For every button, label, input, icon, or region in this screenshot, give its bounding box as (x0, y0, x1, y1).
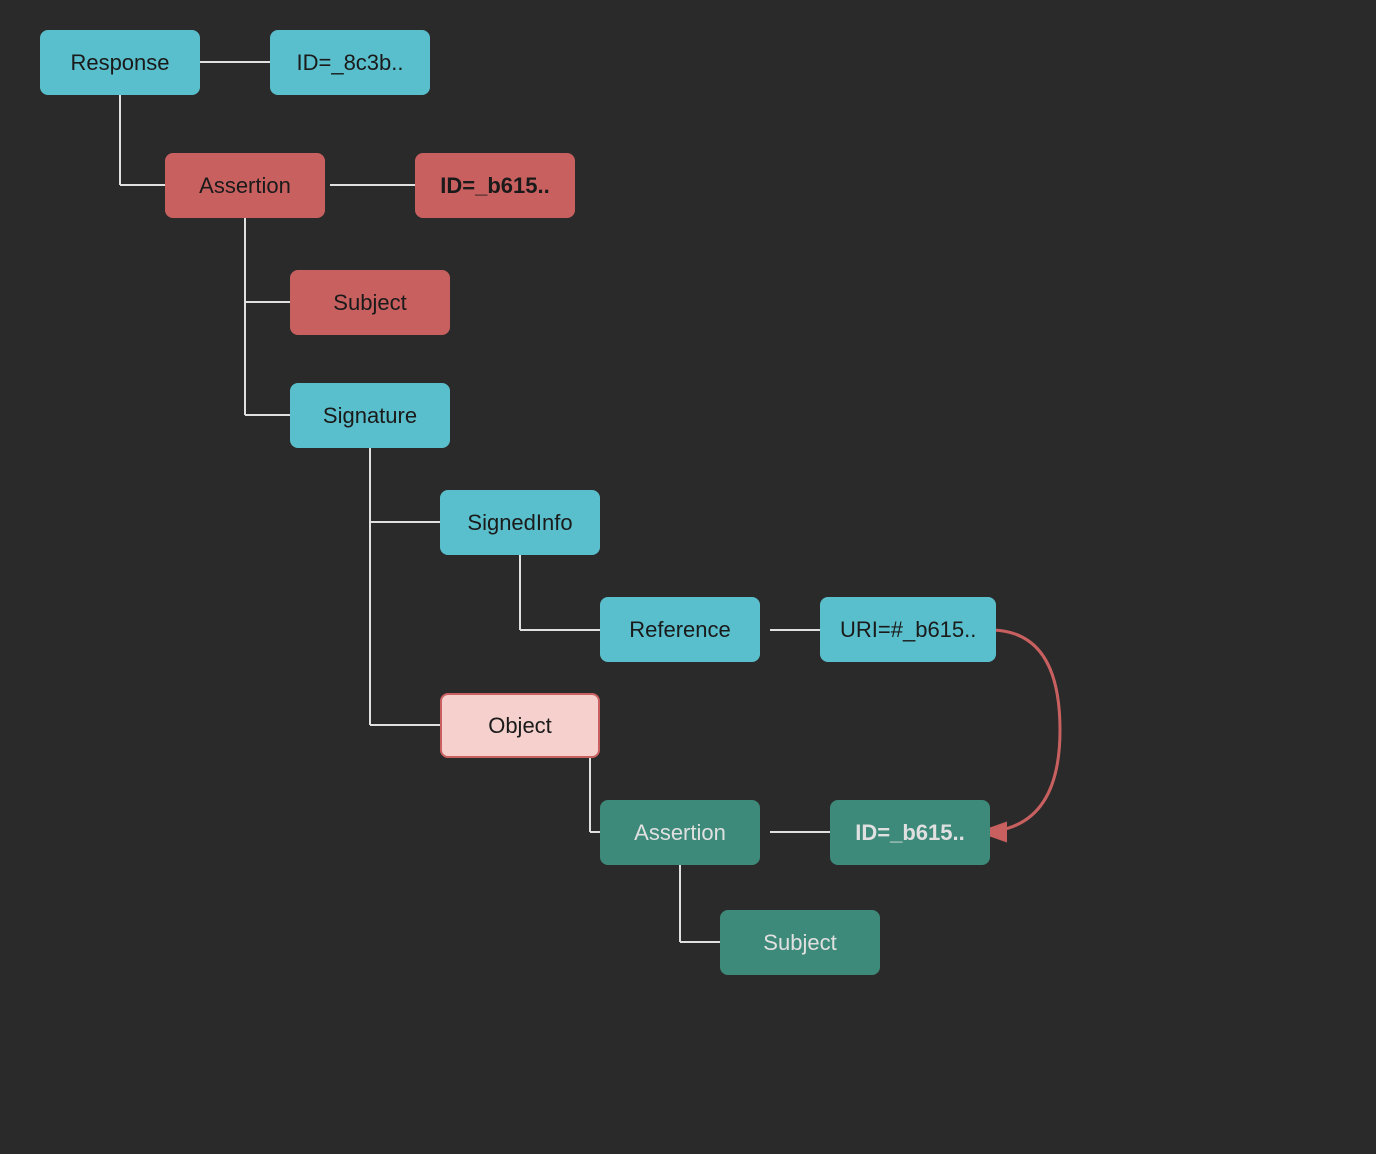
subject2-node[interactable]: Subject (720, 910, 880, 975)
response-id-node[interactable]: ID=_8c3b.. (270, 30, 430, 95)
subject1-node[interactable]: Subject (290, 270, 450, 335)
signedinfo-node[interactable]: SignedInfo (440, 490, 600, 555)
reference-node[interactable]: Reference (600, 597, 760, 662)
assertion1-node[interactable]: Assertion (165, 153, 325, 218)
assertion2-id-node[interactable]: ID=_b615.. (830, 800, 990, 865)
reference-uri-node[interactable]: URI=#_b615.. (820, 597, 996, 662)
response-node[interactable]: Response (40, 30, 200, 95)
assertion2-node[interactable]: Assertion (600, 800, 760, 865)
object-node[interactable]: Object (440, 693, 600, 758)
signature-node[interactable]: Signature (290, 383, 450, 448)
assertion1-id-node[interactable]: ID=_b615.. (415, 153, 575, 218)
